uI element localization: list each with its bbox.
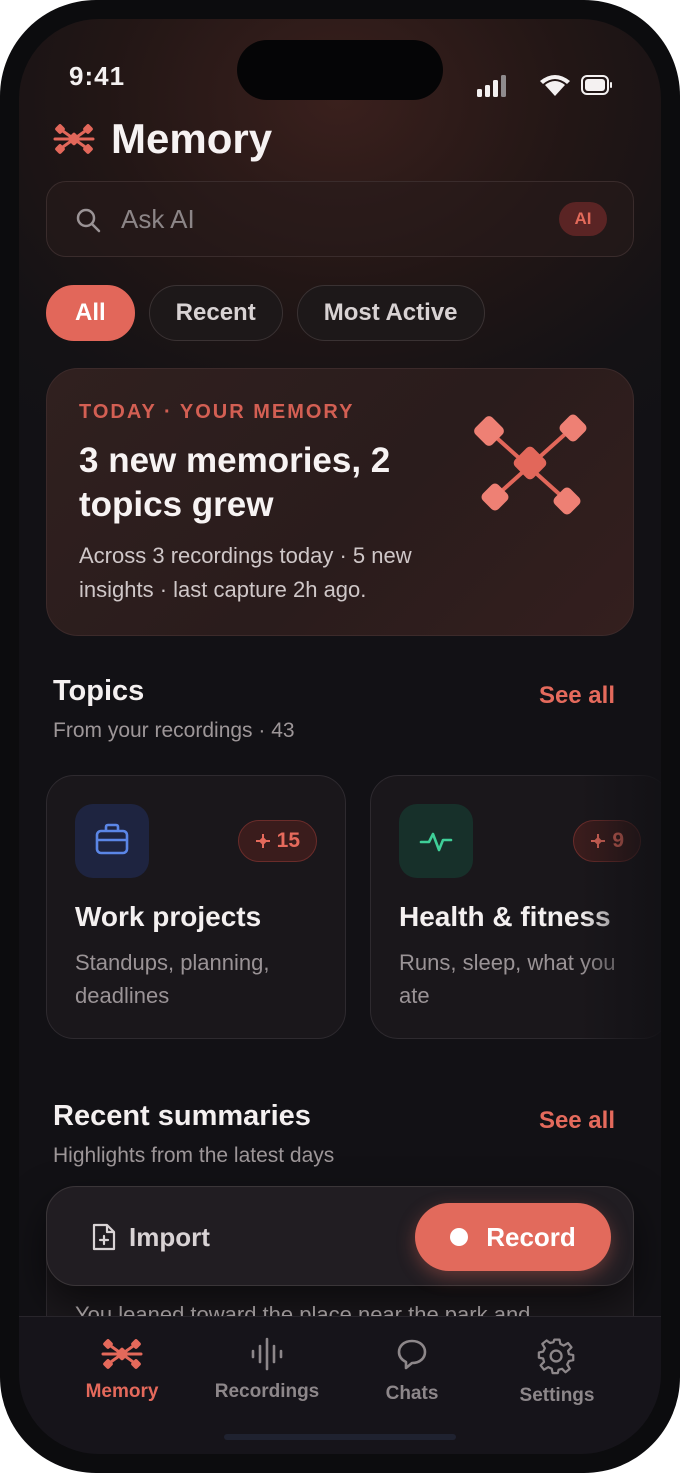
topics-subtitle: From your recordings · 43 [53, 719, 295, 742]
search-bar[interactable]: Ask AI AI [46, 181, 634, 257]
filter-chip-recent[interactable]: Recent [148, 285, 283, 341]
phone-frame: 9:41 Memory Ask AI AI All Recent Most Ac… [0, 0, 680, 1473]
dynamic-island [237, 40, 443, 100]
filter-chip-most-active[interactable]: Most Active [296, 285, 485, 341]
summaries-see-all-link[interactable]: See all [539, 1107, 615, 1135]
memory-logo-icon [53, 124, 95, 154]
tab-label: Recordings [214, 1381, 320, 1402]
hero-kicker: TODAY · YOUR MEMORY [79, 401, 355, 423]
tab-memory[interactable]: Memory [52, 1337, 192, 1427]
file-plus-icon [92, 1223, 116, 1251]
topics-title: Topics [53, 675, 145, 707]
topic-name: Work projects [75, 901, 262, 932]
record-dot-icon [450, 1228, 469, 1246]
node-icon [255, 834, 270, 848]
import-label: Import [129, 1221, 210, 1252]
header: Memory [53, 114, 272, 164]
app-screen: 9:41 Memory Ask AI AI All Recent Most Ac… [19, 19, 661, 1454]
today-memory-card[interactable]: TODAY · YOUR MEMORY 3 new memories, 2 to… [46, 368, 634, 636]
battery-icon [581, 75, 612, 95]
summaries-subtitle: Highlights from the latest days [53, 1144, 335, 1167]
tab-settings[interactable]: Settings [487, 1337, 627, 1427]
topic-description: Standups, planning, deadlines [75, 950, 270, 1008]
import-button[interactable]: Import [91, 1217, 210, 1257]
pulse-icon [399, 804, 473, 878]
filter-chips: All Recent Most Active [46, 285, 499, 341]
search-input[interactable]: Ask AI [121, 204, 195, 235]
search-icon [76, 208, 101, 233]
tab-chats[interactable]: Chats [342, 1337, 482, 1427]
filter-chip-all[interactable]: All [46, 285, 135, 341]
carousel-fade [579, 769, 661, 1049]
topics-see-all-link[interactable]: See all [539, 682, 615, 710]
topic-count: 15 [276, 829, 300, 852]
topic-card-work-projects[interactable]: 15 Work projects Standups, planning, dea… [46, 775, 346, 1039]
gear-icon [537, 1338, 575, 1375]
tab-label: Settings [519, 1385, 595, 1406]
ai-badge[interactable]: AI [559, 202, 607, 236]
page-title: Memory [111, 115, 273, 162]
tab-label: Chats [385, 1383, 439, 1404]
wifi-icon [540, 75, 570, 96]
home-indicator [224, 1434, 456, 1440]
floating-action-bar: Import Record [46, 1186, 634, 1286]
record-button[interactable]: Record [415, 1203, 611, 1271]
summaries-title: Recent summaries [53, 1100, 311, 1132]
briefcase-icon [75, 804, 149, 878]
tab-label: Memory [85, 1381, 159, 1402]
record-label: Record [486, 1221, 576, 1252]
hero-headline: 3 new memories, 2 topics grew [79, 441, 391, 524]
hero-subtitle: Across 3 recordings today · 5 new insigh… [79, 543, 412, 602]
tab-recordings[interactable]: Recordings [197, 1337, 337, 1427]
chat-icon [397, 1339, 427, 1370]
waveform-icon [251, 1337, 283, 1371]
memory-icon [101, 1339, 143, 1369]
topic-count-badge: 15 [237, 820, 317, 862]
signal-icon [477, 75, 506, 97]
status-icons [477, 73, 612, 97]
memory-graph-icon [474, 414, 587, 515]
status-time: 9:41 [69, 61, 126, 91]
